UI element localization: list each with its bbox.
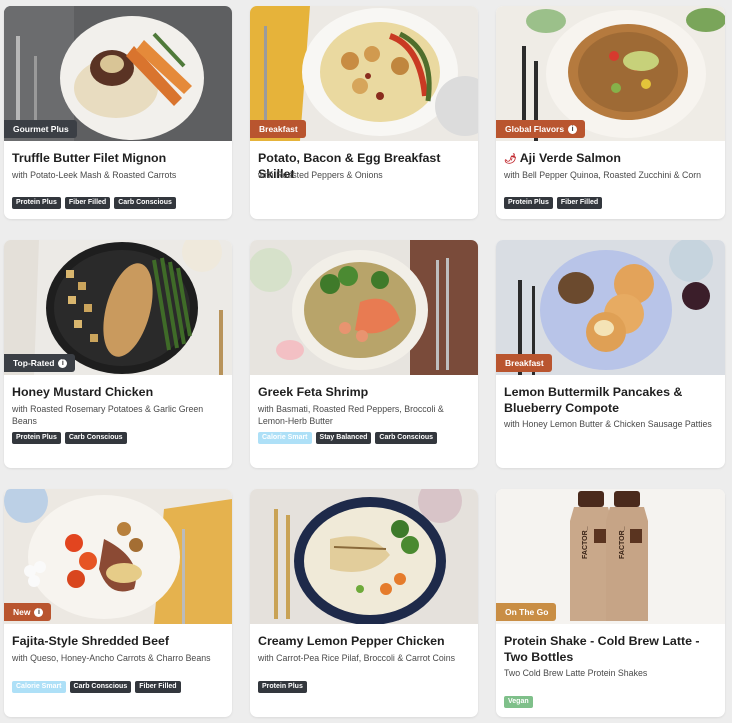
- meal-card[interactable]: Global Flavors i 🌶 Aji Verde Salmon with…: [496, 6, 725, 219]
- meal-title[interactable]: Protein Shake - Cold Brew Latte - Two Bo…: [504, 634, 717, 665]
- badge: Stay Balanced: [315, 432, 372, 444]
- meal-tag: Breakfast: [496, 354, 552, 372]
- bottle-label-left: FACTOR_: [582, 526, 589, 559]
- badge: Carb Conscious: [114, 197, 176, 209]
- badge: Protein Plus: [258, 681, 307, 693]
- meal-card[interactable]: Breakfast Potato, Bacon & Egg Breakfast …: [250, 6, 478, 219]
- meal-photo: [250, 489, 478, 624]
- meal-card[interactable]: FACTOR_ FACTOR_ On The Go Protein Shake …: [496, 489, 725, 717]
- meal-subtitle: with Carrot-Pea Rice Pilaf, Broccoli & C…: [258, 653, 456, 663]
- badge-list: Protein Plus Carb Conscious: [12, 432, 127, 444]
- meal-title[interactable]: Lemon Buttermilk Pancakes & Blueberry Co…: [504, 385, 717, 416]
- meal-title[interactable]: 🌶 Aji Verde Salmon: [504, 151, 717, 168]
- meal-tag: New i: [4, 603, 52, 621]
- meal-card[interactable]: Greek Feta Shrimp with Basmati, Roasted …: [250, 240, 478, 468]
- meal-card[interactable]: Breakfast Lemon Buttermilk Pancakes & Bl…: [496, 240, 725, 468]
- meal-subtitle: with Roasted Peppers & Onions: [258, 170, 383, 180]
- meal-grid: Gourmet Plus Truffle Butter Filet Mignon…: [0, 0, 732, 723]
- badge: Carb Conscious: [69, 681, 132, 693]
- badge-list: Calorie Smart Stay Balanced Carb Conscio…: [258, 432, 438, 444]
- meal-subtitle: Two Cold Brew Latte Protein Shakes: [504, 668, 648, 678]
- meal-title[interactable]: Truffle Butter Filet Mignon: [12, 151, 224, 167]
- badge: Fiber Filled: [135, 681, 181, 693]
- badge: Protein Plus: [12, 432, 61, 444]
- meal-subtitle: with Bell Pepper Quinoa, Roasted Zucchin…: [504, 170, 702, 180]
- badge: Calorie Smart: [258, 432, 312, 444]
- meal-title[interactable]: Honey Mustard Chicken: [12, 385, 224, 401]
- meal-card[interactable]: New i Fajita-Style Shredded Beef with Qu…: [4, 489, 232, 717]
- meal-card[interactable]: Gourmet Plus Truffle Butter Filet Mignon…: [4, 6, 232, 219]
- badge-list: Protein Plus: [258, 681, 307, 693]
- chili-pepper-icon: 🌶: [504, 154, 517, 165]
- info-icon[interactable]: i: [58, 358, 68, 368]
- badge: Protein Plus: [504, 197, 553, 209]
- badge-list: Vegan: [504, 696, 533, 708]
- badge: Fiber Filled: [64, 197, 111, 209]
- badge: Vegan: [504, 696, 533, 708]
- badge: Calorie Smart: [12, 681, 66, 693]
- bottle-label-right: FACTOR_: [619, 526, 626, 559]
- badge-list: Calorie Smart Carb Conscious Fiber Fille…: [12, 681, 181, 693]
- meal-title[interactable]: Greek Feta Shrimp: [258, 385, 470, 401]
- badge: Carb Conscious: [64, 432, 127, 444]
- meal-tag: On The Go: [496, 603, 557, 621]
- badge-list: Protein Plus Fiber Filled: [504, 197, 603, 209]
- info-icon[interactable]: i: [34, 607, 44, 617]
- badge-list: Protein Plus Fiber Filled Carb Conscious: [12, 197, 176, 209]
- meal-card[interactable]: Top-Rated i Honey Mustard Chicken with R…: [4, 240, 232, 468]
- badge: Protein Plus: [12, 197, 61, 209]
- meal-tag: Gourmet Plus: [4, 120, 77, 138]
- meal-subtitle: with Queso, Honey-Ancho Carrots & Charro…: [12, 653, 211, 663]
- meal-title[interactable]: Creamy Lemon Pepper Chicken: [258, 634, 470, 650]
- meal-title[interactable]: Fajita-Style Shredded Beef: [12, 634, 224, 650]
- meal-subtitle: with Honey Lemon Butter & Chicken Sausag…: [504, 419, 712, 429]
- badge: Carb Conscious: [375, 432, 438, 444]
- meal-card[interactable]: Creamy Lemon Pepper Chicken with Carrot-…: [250, 489, 478, 717]
- badge: Fiber Filled: [556, 197, 603, 209]
- meal-subtitle: with Basmati, Roasted Red Peppers, Brocc…: [258, 404, 444, 426]
- info-icon[interactable]: i: [568, 124, 578, 134]
- meal-subtitle: with Roasted Rosemary Potatoes & Garlic …: [12, 404, 204, 426]
- meal-subtitle: with Potato-Leek Mash & Roasted Carrots: [12, 170, 177, 180]
- meal-tag: Breakfast: [250, 120, 306, 138]
- meal-tag: Top-Rated i: [4, 354, 76, 372]
- meal-photo: [250, 240, 478, 375]
- meal-tag: Global Flavors i: [496, 120, 586, 138]
